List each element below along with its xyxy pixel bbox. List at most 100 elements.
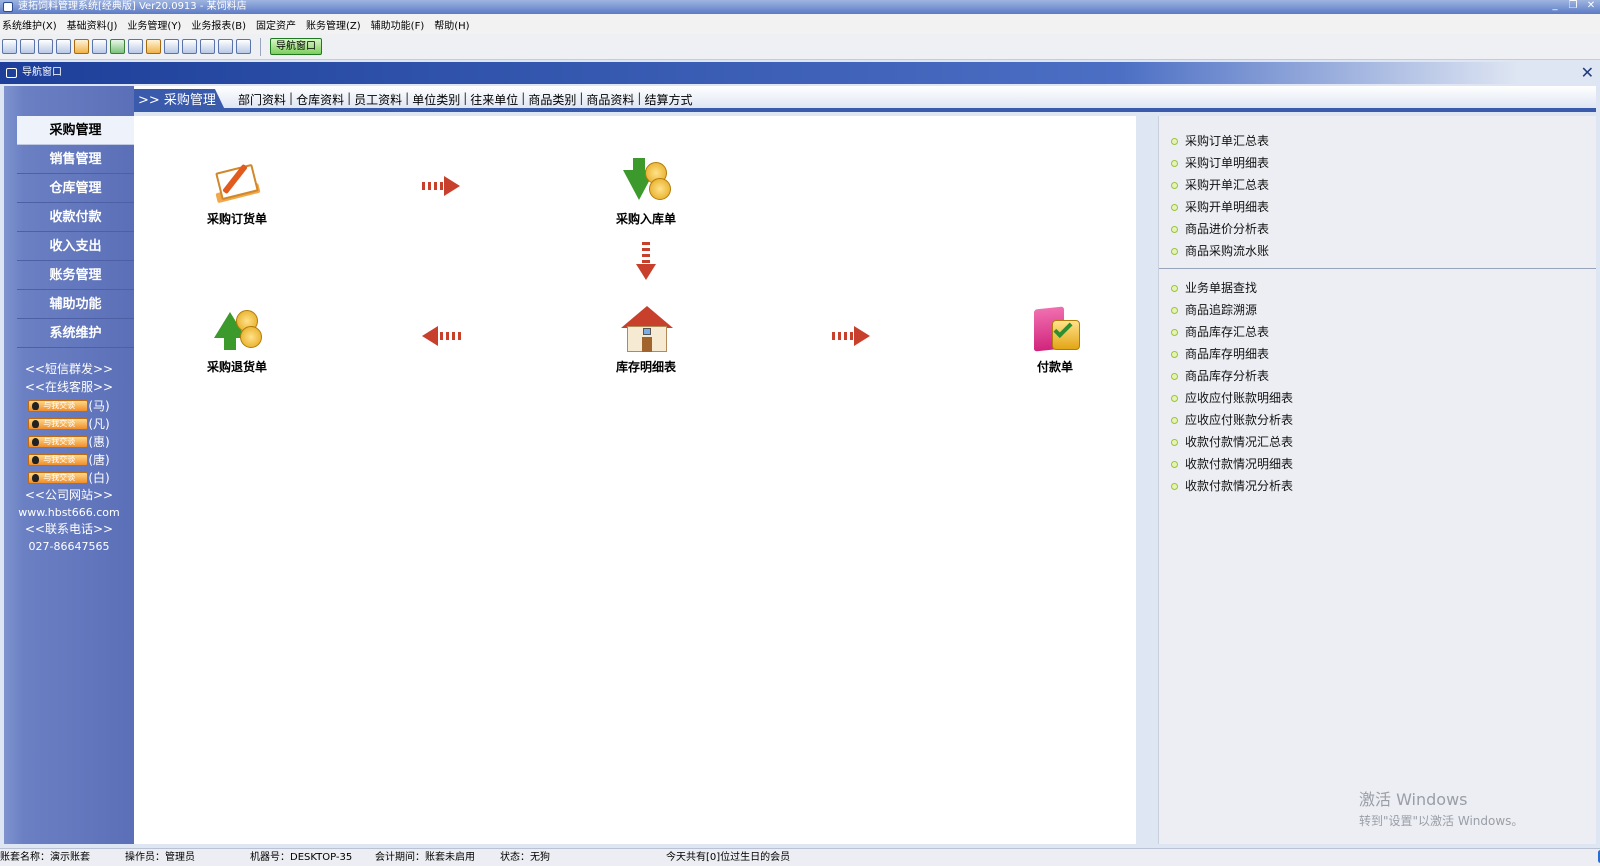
report-link[interactable]: 应收应付账款明细表 [1169,387,1596,409]
tab-separator: | [637,91,642,105]
monitor-icon[interactable] [56,39,71,54]
report-link[interactable]: 采购订单明细表 [1169,152,1596,174]
status-account: 账套名称：演示账套 [0,852,90,863]
qq-contact-name: (唐) [88,453,110,467]
tab-employees[interactable]: 员工资料 [354,91,402,108]
menu-system[interactable]: 系统维护(X) [2,17,57,32]
tab-settlement-methods[interactable]: 结算方式 [644,91,692,108]
sidebar-item-receipts-payments[interactable]: 收款付款 [17,203,134,232]
export-icon[interactable] [146,39,161,54]
status-period: 会计期间：账套未启用 [375,852,475,863]
tab-unit-categories[interactable]: 单位类别 [412,91,460,108]
new-window-icon[interactable] [2,39,17,54]
toolbar: 导航窗口 [0,34,1600,60]
phone-label: <<联系电话>> [24,522,114,536]
tab-separator: | [405,91,410,105]
print-icon[interactable] [200,39,215,54]
menu-reports[interactable]: 业务报表(B) [191,17,246,32]
sidebar-item-sales[interactable]: 销售管理 [17,145,134,174]
nav-window-title: 导航窗口 [22,67,62,78]
menu-basic-data[interactable]: 基础资料(J) [67,17,118,32]
report-link[interactable]: 收款付款情况明细表 [1169,453,1596,475]
sidebar-item-warehouse[interactable]: 仓库管理 [17,174,134,203]
report-link[interactable]: 商品进价分析表 [1169,218,1596,240]
stock-detail-label: 库存明细表 [615,360,676,374]
status-machine: 机器号：DESKTOP-35 [250,852,353,863]
close-icon[interactable]: ✕ [1584,0,1598,12]
sidebar-item-tools[interactable]: 辅助功能 [17,290,134,319]
exit-icon[interactable] [236,39,251,54]
purchase-order-icon [212,158,262,204]
transfer-icon[interactable] [92,39,107,54]
tab-departments[interactable]: 部门资料 [238,91,286,108]
menu-fixed-assets[interactable]: 固定资产 [256,17,296,32]
report-link[interactable]: 收款付款情况分析表 [1169,475,1596,497]
online-service-link[interactable]: <<在线客服>> [4,380,134,395]
company-site-link[interactable]: www.hbst666.com [4,506,134,519]
save-icon[interactable] [182,39,197,54]
chart-icon[interactable] [74,39,89,54]
calculator-icon[interactable] [128,39,143,54]
tab-purchase-management[interactable]: >> 采购管理 [134,89,226,112]
qq-contact[interactable]: 与我交谈 (惠) [4,434,134,449]
qq-contact[interactable]: 与我交谈 (唐) [4,452,134,467]
stock-detail-node[interactable]: 库存明细表 [586,306,706,375]
payment-icon [1030,306,1080,352]
tab-separator: | [347,91,352,105]
minimize-icon[interactable]: _ [1548,0,1562,12]
nav-close-icon[interactable]: ✕ [1581,62,1594,84]
report-link[interactable]: 商品库存汇总表 [1169,321,1596,343]
toolbar-separator [260,37,261,56]
qq-contact[interactable]: 与我交谈 (白) [4,470,134,485]
report-link[interactable]: 采购订单汇总表 [1169,130,1596,152]
tab-separator: | [579,91,584,105]
qq-contact-name: (惠) [88,435,110,449]
report-link[interactable]: 商品采购流水账 [1169,240,1596,262]
tab-partners[interactable]: 往来单位 [470,91,518,108]
app-icon [3,2,13,12]
sidebar-item-purchase[interactable]: 采购管理 [17,116,134,145]
help-icon[interactable] [218,39,233,54]
nav-window-icon [6,68,17,78]
report-link[interactable]: 采购开单汇总表 [1169,174,1596,196]
report-link[interactable]: 采购开单明细表 [1169,196,1596,218]
tab-product-categories[interactable]: 商品类别 [528,91,576,108]
purchase-return-node[interactable]: 采购退货单 [177,306,297,375]
tab-separator: | [463,91,468,105]
sms-link[interactable]: <<短信群发>> [4,362,134,377]
sidebar: 采购管理 销售管理 仓库管理 收款付款 收入支出 账务管理 辅助功能 系统维护 … [4,86,134,844]
status-bar: 账套名称：演示账套 操作员：管理员 机器号：DESKTOP-35 会计期间：账套… [0,848,1600,866]
mail-icon[interactable] [164,39,179,54]
payment-node[interactable]: 付款单 [995,306,1115,375]
sidebar-item-system[interactable]: 系统维护 [17,319,134,348]
tab-warehouses[interactable]: 仓库资料 [296,91,344,108]
users-icon[interactable] [110,39,125,54]
report-link[interactable]: 商品库存明细表 [1169,343,1596,365]
menu-help[interactable]: 帮助(H) [434,17,469,32]
sidebar-item-income-expense[interactable]: 收入支出 [17,232,134,261]
qq-contact[interactable]: 与我交谈 (凡) [4,416,134,431]
menu-tools[interactable]: 辅助功能(F) [371,17,425,32]
menu-bar: 系统维护(X) 基础资料(J) 业务管理(Y) 业务报表(B) 固定资产 账务管… [0,14,1600,34]
report-link[interactable]: 商品追踪溯源 [1169,299,1596,321]
report-link[interactable]: 商品库存分析表 [1169,365,1596,387]
report-link[interactable]: 业务单据查找 [1169,277,1596,299]
report-link[interactable]: 收款付款情况汇总表 [1169,431,1596,453]
qq-contact[interactable]: 与我交谈 (马) [4,398,134,413]
tab-products[interactable]: 商品资料 [586,91,634,108]
nav-window-button[interactable]: 导航窗口 [270,38,322,55]
menu-business[interactable]: 业务管理(Y) [127,17,181,32]
purchase-return-label: 采购退货单 [206,360,267,374]
report-link[interactable]: 应收应付账款分析表 [1169,409,1596,431]
purchase-order-node[interactable]: 采购订货单 [177,158,297,227]
qq-chat-icon: 与我交谈 [28,453,89,466]
windows-icon[interactable] [38,39,53,54]
purchase-in-node[interactable]: 采购入库单 [586,158,706,227]
sidebar-item-accounts[interactable]: 账务管理 [17,261,134,290]
list-icon[interactable] [20,39,35,54]
qq-chat-icon: 与我交谈 [28,471,89,484]
maximize-icon[interactable]: ❐ [1566,0,1580,12]
purchase-in-icon [621,158,671,204]
menu-accounts[interactable]: 账务管理(Z) [306,17,361,32]
module-tab-bar: >> 采购管理 部门资料 | 仓库资料 | 员工资料 | 单位类别 | 往来单位 | 商品… [134,86,1596,112]
